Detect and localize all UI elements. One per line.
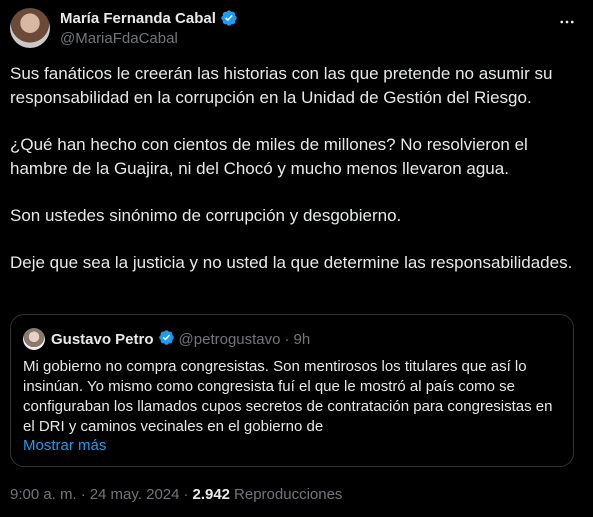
tweet-paragraph: ¿Qué han hecho con cientos de miles de m… bbox=[10, 135, 528, 178]
tweet-date[interactable]: 24 may. 2024 bbox=[90, 486, 180, 503]
verified-badge-icon bbox=[220, 9, 238, 27]
quoted-timestamp: 9h bbox=[293, 330, 311, 348]
quoted-tweet-text: Mi gobierno no compra congresistas. Son … bbox=[23, 358, 553, 435]
separator-dot: · bbox=[80, 486, 86, 503]
quoted-author-name: Gustavo Petro bbox=[51, 330, 154, 348]
author-name-row: María Fernanda Cabal bbox=[60, 9, 238, 27]
tweet-time[interactable]: 9:00 a. m. bbox=[10, 486, 77, 503]
tweet-text: Sus fanáticos le creerán las historias c… bbox=[10, 62, 580, 298]
views-label: Reproducciones bbox=[234, 486, 343, 503]
show-more-link[interactable]: Mostrar más bbox=[23, 437, 106, 454]
tweet-paragraph: Sus fanáticos le creerán las historias c… bbox=[10, 64, 553, 107]
tweet-paragraph: Deje que sea la justicia y no usted la q… bbox=[10, 253, 573, 272]
tweet-paragraph: Son ustedes sinónimo de corrupción y des… bbox=[10, 206, 402, 225]
verified-badge-icon bbox=[158, 329, 175, 350]
separator-dot: · bbox=[284, 330, 290, 348]
views-count: 2.942 bbox=[192, 486, 231, 503]
separator-dot: · bbox=[183, 486, 189, 503]
tweet-metadata: 9:00 a. m. · 24 may. 2024 · 2.942 Reprod… bbox=[10, 486, 342, 503]
author-avatar[interactable] bbox=[10, 8, 50, 48]
author-name[interactable]: María Fernanda Cabal bbox=[60, 10, 216, 27]
quoted-tweet-header: Gustavo Petro @petrogustavo · 9h bbox=[23, 328, 310, 350]
tweet-header: María Fernanda Cabal @MariaFdaCabal bbox=[10, 8, 583, 52]
more-options-icon[interactable] bbox=[557, 12, 577, 32]
quoted-author-handle: @petrogustavo bbox=[178, 330, 281, 348]
quoted-tweet-card[interactable]: Gustavo Petro @petrogustavo · 9h Mi gobi… bbox=[10, 314, 574, 467]
quoted-author-avatar bbox=[23, 328, 45, 350]
author-handle[interactable]: @MariaFdaCabal bbox=[60, 30, 178, 47]
